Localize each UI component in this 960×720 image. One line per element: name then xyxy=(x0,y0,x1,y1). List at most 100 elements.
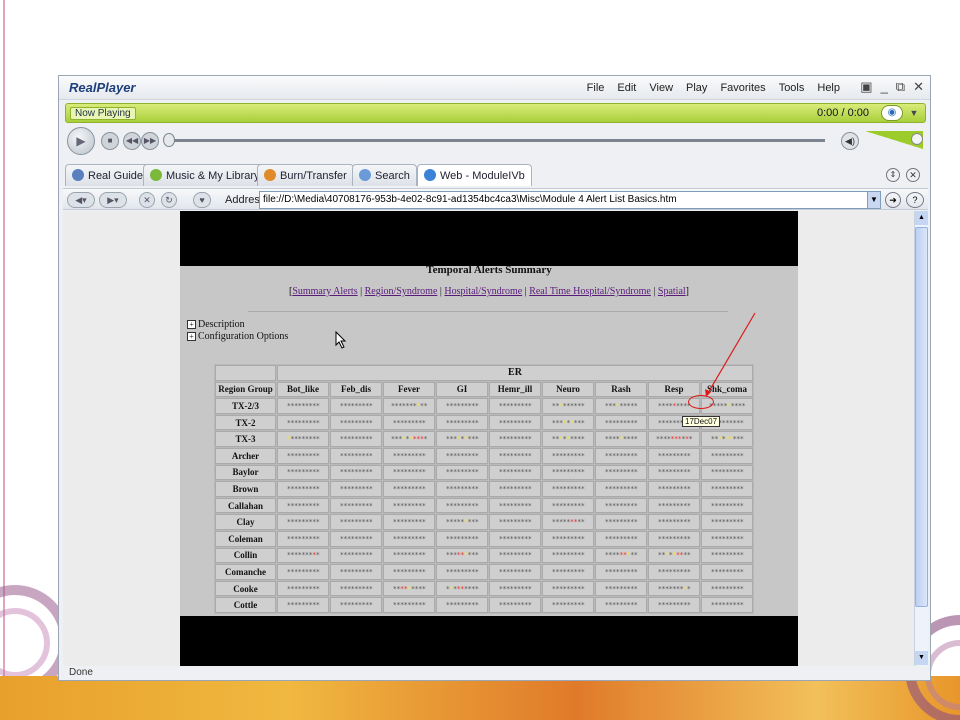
alert-cell[interactable]: ********* xyxy=(277,514,329,530)
alert-cell[interactable]: ********* xyxy=(330,497,382,514)
alert-cell[interactable]: ********* xyxy=(489,547,541,564)
link-real-time-hospital-syndrome[interactable]: Real Time Hospital/Syndrome xyxy=(529,286,651,297)
stop-button[interactable]: ■ xyxy=(101,132,119,150)
stop-loading-icon[interactable]: ✕ xyxy=(139,192,155,208)
alert-cell[interactable]: ********* xyxy=(701,564,753,580)
alert-cell[interactable]: ********* xyxy=(436,530,488,547)
close-icon[interactable]: ✕ xyxy=(913,79,924,95)
alert-cell[interactable]: ********* xyxy=(701,431,753,447)
alert-cell[interactable]: ********* xyxy=(383,597,435,613)
alert-cell[interactable]: ********* xyxy=(330,447,382,464)
menu-play[interactable]: Play xyxy=(686,82,707,94)
alert-cell[interactable]: ********* xyxy=(489,497,541,514)
alert-cell[interactable]: ********** xyxy=(383,398,435,414)
alert-cell[interactable]: ********* xyxy=(330,547,382,564)
alert-cell[interactable]: ********* xyxy=(277,580,329,597)
alert-cell[interactable]: ********* xyxy=(701,481,753,497)
alert-cell[interactable]: ********* xyxy=(277,447,329,464)
alert-cell[interactable]: ********* xyxy=(542,398,594,414)
alert-cell[interactable]: ********* xyxy=(383,464,435,481)
help-icon[interactable]: ? xyxy=(906,192,924,208)
alert-cell[interactable]: ********* xyxy=(489,464,541,481)
description-expander[interactable]: + Description xyxy=(187,319,245,330)
alert-cell[interactable]: ********* xyxy=(436,547,488,564)
alert-cell[interactable]: ********* xyxy=(595,414,647,431)
alert-cell[interactable]: ********* xyxy=(330,398,382,414)
scroll-up-icon[interactable]: ▲ xyxy=(915,211,928,225)
restore-icon[interactable]: ⧉ xyxy=(896,79,905,95)
tab-burn-transfer[interactable]: Burn/Transfer xyxy=(257,164,354,186)
alert-cell[interactable]: ********* xyxy=(489,514,541,530)
alert-cell[interactable]: ********* xyxy=(436,481,488,497)
alert-cell[interactable]: ********* xyxy=(383,414,435,431)
alert-cell[interactable]: ********* xyxy=(330,564,382,580)
alert-cell[interactable]: ********* xyxy=(595,447,647,464)
link-region-syndrome[interactable]: Region/Syndrome xyxy=(365,286,438,297)
alert-cell[interactable]: ********* xyxy=(330,530,382,547)
alert-cell[interactable]: ********** xyxy=(383,431,435,447)
alert-cell[interactable]: ********* xyxy=(489,481,541,497)
alert-cell[interactable]: ********* xyxy=(595,514,647,530)
alert-cell[interactable]: ********* xyxy=(542,580,594,597)
seek-handle[interactable] xyxy=(163,133,175,147)
tab-real-guide[interactable]: Real Guide xyxy=(65,164,151,186)
menu-file[interactable]: File xyxy=(587,82,605,94)
minimize-icon[interactable]: _ xyxy=(881,79,888,95)
forward-button[interactable]: ▶▾ xyxy=(99,192,127,208)
alert-cell[interactable]: ********* xyxy=(542,414,594,431)
alert-cell[interactable]: ********* xyxy=(436,564,488,580)
mini-mode-icon[interactable]: ▣ xyxy=(860,79,872,95)
alert-cell[interactable]: ********* xyxy=(595,398,647,414)
alert-cell[interactable]: ********* xyxy=(277,464,329,481)
alert-cell[interactable]: ********* xyxy=(277,564,329,580)
alert-cell[interactable]: ********* xyxy=(489,597,541,613)
alert-cell[interactable]: ********* xyxy=(436,398,488,414)
alert-cell[interactable]: ********* xyxy=(701,547,753,564)
alert-cell[interactable]: ********* xyxy=(648,530,700,547)
now-playing-label[interactable]: Now Playing xyxy=(70,107,136,120)
menu-help[interactable]: Help xyxy=(817,82,840,94)
alert-cell[interactable]: ********* xyxy=(277,414,329,431)
alert-cell[interactable]: ********* xyxy=(383,547,435,564)
alert-cell[interactable]: ********* xyxy=(489,564,541,580)
alert-cell[interactable]: ********* xyxy=(436,597,488,613)
alert-cell[interactable]: ********* xyxy=(648,547,700,564)
alert-cell[interactable]: ********* xyxy=(436,431,488,447)
alert-cell[interactable]: ********* xyxy=(489,447,541,464)
next-button[interactable]: ▶▶ xyxy=(141,132,159,150)
plus-icon[interactable]: + xyxy=(187,320,196,329)
vertical-scrollbar[interactable]: ▲ ▼ xyxy=(914,211,928,666)
menu-tools[interactable]: Tools xyxy=(779,82,805,94)
alert-cell[interactable]: ********* xyxy=(542,481,594,497)
alert-cell[interactable]: ********* xyxy=(330,431,382,447)
alert-cell[interactable]: ********* xyxy=(489,530,541,547)
scroll-down-icon[interactable]: ▼ xyxy=(915,651,928,665)
alert-cell[interactable]: ********* xyxy=(277,481,329,497)
previous-button[interactable]: ◀◀ xyxy=(123,132,141,150)
alert-cell[interactable]: ********* xyxy=(648,497,700,514)
alert-cell[interactable]: ********* xyxy=(383,530,435,547)
alert-cell[interactable]: ********* xyxy=(595,431,647,447)
link-hospital-syndrome[interactable]: Hospital/Syndrome xyxy=(444,286,522,297)
alert-cell[interactable]: ********* xyxy=(648,447,700,464)
volume-handle[interactable] xyxy=(911,133,923,145)
alert-cell[interactable]: ********* xyxy=(648,564,700,580)
alert-cell[interactable]: ********* xyxy=(648,481,700,497)
alert-cell[interactable]: ********* xyxy=(383,481,435,497)
now-playing-bar[interactable]: Now Playing 0:00 / 0:00 ◉ ▼ xyxy=(65,103,926,123)
alert-cell[interactable]: ********* xyxy=(330,597,382,613)
alert-cell[interactable]: ********* xyxy=(701,464,753,481)
alert-cell[interactable]: ********* xyxy=(701,597,753,613)
alert-cell[interactable]: ********* xyxy=(648,597,700,613)
alert-cell[interactable]: ********* xyxy=(542,447,594,464)
alert-cell[interactable]: ********* xyxy=(542,497,594,514)
favorites-icon[interactable]: ♥ xyxy=(193,192,211,208)
alert-cell[interactable]: ********* xyxy=(277,547,329,564)
link-spatial[interactable]: Spatial xyxy=(658,286,686,297)
back-button[interactable]: ◀▾ xyxy=(67,192,95,208)
alert-cell[interactable]: ********* xyxy=(330,580,382,597)
close-tab-icon[interactable]: ✕ xyxy=(906,168,920,182)
alert-cell[interactable]: ********* xyxy=(701,580,753,597)
alert-cell[interactable]: ********* xyxy=(648,514,700,530)
menu-favorites[interactable]: Favorites xyxy=(720,82,765,94)
